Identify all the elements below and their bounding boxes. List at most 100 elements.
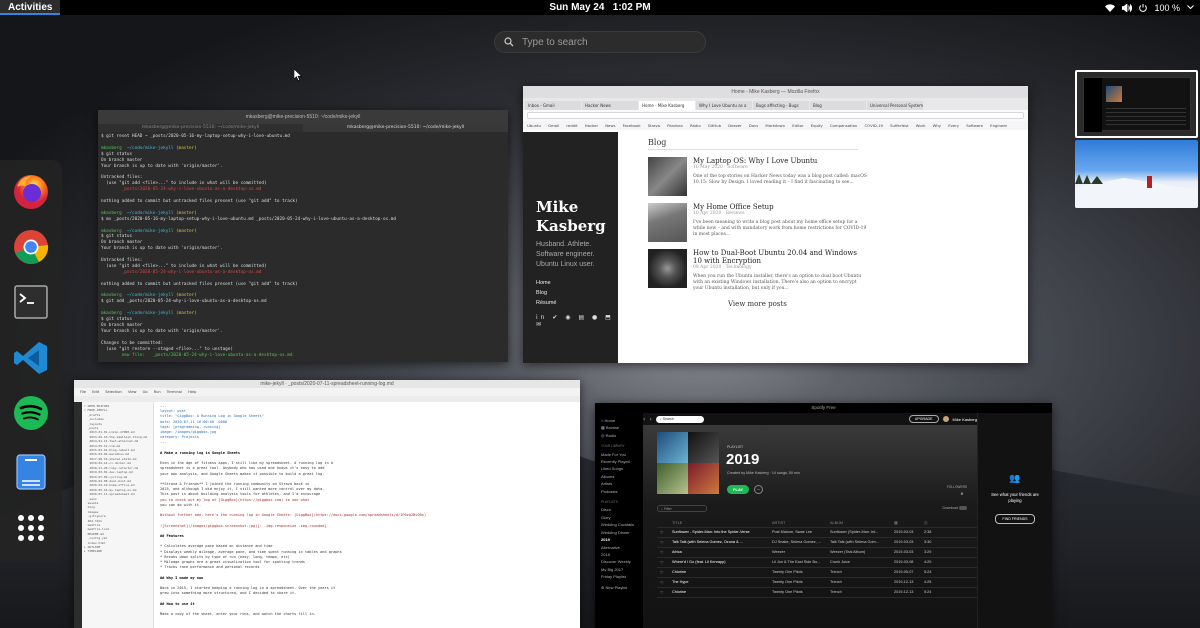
- code-area[interactable]: --- layout: post title: "GiggBox: A Runnin…: [154, 402, 580, 628]
- spotify-nav-radio[interactable]: ◎ Radio: [601, 432, 643, 439]
- editor-menubar[interactable]: File Edit Selection View Go Run Terminal…: [74, 388, 580, 396]
- firefox-window[interactable]: Home - Mike Kasberg — Mozilla Firefox In…: [523, 86, 1028, 363]
- spotify-nav-browse[interactable]: ▦ Browse: [601, 424, 643, 431]
- more-options-button[interactable]: ···: [754, 485, 763, 494]
- track-row[interactable]: ♡ Chlorine Twenty One Pilots Trench 2019-05-…: [657, 567, 997, 578]
- blog-post[interactable]: How to Dual-Boot Ubuntu 20.04 and Window…: [648, 249, 868, 292]
- track-row[interactable]: ♡ Where'd I Go (feat. Lil Kenrapp) Lil Jon…: [657, 557, 997, 568]
- file-tree-item[interactable]: ▸ TIMELINE: [84, 549, 151, 553]
- code-editor-window[interactable]: mike-jekyll · _posts/2020-07-11-spreadsh…: [74, 380, 580, 628]
- new-playlist-button[interactable]: ⊕ New Playlist: [601, 584, 643, 591]
- blog-post[interactable]: My Home Office Setup 10 Apr 2020 · Review…: [648, 203, 868, 242]
- playlist-item[interactable]: Wedding Dinner: [601, 529, 643, 536]
- blog-post[interactable]: My Laptop OS: Why I Love Ubuntu 16 May 20…: [648, 157, 868, 196]
- dock-vscode[interactable]: [11, 338, 51, 378]
- col-date[interactable]: ▦: [891, 519, 921, 528]
- forward-icon[interactable]: ›: [649, 416, 651, 423]
- playlist-item[interactable]: Alternative: [601, 544, 643, 551]
- overview-search[interactable]: [494, 31, 706, 53]
- dock-terminal[interactable]: [11, 282, 51, 322]
- heart-icon[interactable]: ♡: [657, 537, 669, 548]
- nav-home-link[interactable]: Home: [536, 278, 618, 288]
- spotify-search[interactable]: ⌕ Search: [655, 415, 704, 423]
- browser-tab[interactable]: Bugs affecting - Bugs: [753, 101, 809, 110]
- post-title[interactable]: My Laptop OS: Why I Love Ubuntu: [693, 157, 868, 165]
- download-toggle[interactable]: Download: [942, 506, 967, 511]
- post-title[interactable]: My Home Office Setup: [693, 203, 868, 211]
- terminal-output[interactable]: $ git reset HEAD ~ _posts/2020-05-16-my-…: [98, 132, 508, 362]
- library-item[interactable]: Recently Played: [601, 458, 643, 465]
- dock-show-applications[interactable]: [11, 508, 51, 548]
- browser-tab[interactable]: Blog: [810, 101, 866, 110]
- library-item[interactable]: Artists: [601, 480, 643, 487]
- view-more-posts-link[interactable]: View more posts: [728, 300, 1028, 308]
- user-name[interactable]: Mike Kasberg: [953, 417, 977, 422]
- browser-tab[interactable]: Hacker News: [582, 101, 638, 110]
- track-row[interactable]: ♡ Africa Weezer Weezer (Teal Album) 2019-03-…: [657, 547, 997, 558]
- playlist-item[interactable]: Disco: [601, 506, 643, 513]
- track-row[interactable]: ♡ Chlorine Twenty One Pilots Trench 2019-12-…: [657, 587, 997, 598]
- editor-activity-bar[interactable]: [74, 402, 82, 628]
- spotify-nav-label: Browse: [605, 425, 620, 431]
- playlist-item[interactable]: Wedding Cocktails: [601, 521, 643, 528]
- track-row[interactable]: ♡ Sunflower - Spider-Man: Into the Spider…: [657, 527, 997, 538]
- terminal-tab-1[interactable]: mkasberg@mike-precision-5510: ~/code/mik…: [98, 124, 303, 132]
- heart-icon[interactable]: ♡: [657, 527, 669, 538]
- address-bar[interactable]: [527, 112, 1024, 119]
- playlist-item[interactable]: 2019: [601, 536, 643, 543]
- social-links[interactable]: in ✔ ◉ ▤ ● ⬒ ✉: [536, 314, 618, 328]
- back-icon[interactable]: ‹: [643, 416, 645, 423]
- playlist-item[interactable]: My Big 2017: [601, 566, 643, 573]
- terminal-window[interactable]: mkasberg@mike-precision-5510: ~/code/mik…: [98, 110, 508, 362]
- library-item[interactable]: Liked Songs: [601, 465, 643, 472]
- workspace-thumbnail-2[interactable]: [1075, 140, 1198, 208]
- terminal-tab-2[interactable]: mkasberg@mike-precision-5510: ~/code/mik…: [303, 124, 508, 132]
- col-title[interactable]: TITLE: [669, 519, 769, 528]
- library-item[interactable]: Podcasts: [601, 488, 643, 495]
- browse-icon: ▦: [601, 425, 605, 431]
- spotify-nav-label: Radio: [605, 432, 617, 438]
- find-friends-button[interactable]: FIND FRIENDS: [995, 514, 1035, 524]
- dock-text-editor[interactable]: [11, 452, 51, 492]
- play-button[interactable]: PLAY: [727, 485, 749, 494]
- browser-tab[interactable]: Inbox - Gmail: [525, 101, 581, 110]
- search-input[interactable]: [522, 36, 692, 48]
- browser-tab[interactable]: Why I Love Ubuntu as a: [696, 101, 752, 110]
- heart-icon[interactable]: ♡: [657, 587, 669, 598]
- browser-tab[interactable]: Universal Personal System: [867, 101, 923, 110]
- dock-firefox[interactable]: [11, 172, 51, 212]
- activities-button[interactable]: Activities: [0, 0, 61, 15]
- heart-icon[interactable]: ♡: [657, 567, 669, 578]
- track-row[interactable]: ♡ The Hype Twenty One Pilots Trench 2019-12-…: [657, 577, 997, 588]
- nav-blog-link[interactable]: Blog: [536, 288, 618, 298]
- spotify-nav-home[interactable]: ⌂ Home: [601, 417, 643, 424]
- playlist-item[interactable]: Glory: [601, 514, 643, 521]
- col-album[interactable]: ALBUM: [827, 519, 891, 528]
- dock-chromium[interactable]: [11, 227, 51, 267]
- spotify-window[interactable]: Spotify Free ⌂ Home ▦ Browse ◎ Radio YOU…: [595, 403, 1052, 628]
- heart-icon[interactable]: ♡: [657, 547, 669, 558]
- playlist-item[interactable]: 2018: [601, 551, 643, 558]
- library-item[interactable]: Albums: [601, 473, 643, 480]
- browser-tab-active[interactable]: Home - Mike Kasberg: [639, 101, 695, 110]
- heart-icon[interactable]: ♡: [657, 557, 669, 568]
- post-title[interactable]: How to Dual-Boot Ubuntu 20.04 and Window…: [693, 249, 868, 265]
- workspace-thumbnail-1[interactable]: [1075, 70, 1198, 138]
- clock[interactable]: Sun May 24 1:02 PM: [0, 0, 1200, 15]
- system-tray[interactable]: 100 %: [1105, 0, 1194, 15]
- avatar[interactable]: [942, 416, 949, 422]
- heart-icon[interactable]: ♡: [657, 577, 669, 588]
- track-row[interactable]: ♡ Talk Talk (with Selena Gomez, Ozuna & .…: [657, 537, 997, 548]
- bookmarks-toolbar[interactable]: Ubuntu Gmail reddit Hacker News Facebook…: [523, 121, 1028, 130]
- code-line: Make a copy of the sheet, enter your run…: [160, 612, 316, 617]
- post-excerpt: When you run the Ubuntu installer, there…: [693, 274, 862, 291]
- nav-resume-link[interactable]: Résumé: [536, 298, 618, 308]
- playlist-item[interactable]: Friday Playlist: [601, 573, 643, 580]
- file-explorer[interactable]: ▾ OPEN EDITORS ▾ MIKE-JEKYLL _drafts _inc…: [82, 402, 154, 628]
- col-artist[interactable]: ARTIST: [769, 519, 827, 528]
- upgrade-button[interactable]: UPGRADE: [908, 415, 939, 423]
- dock-spotify[interactable]: [11, 393, 51, 433]
- playlist-item[interactable]: Discover Weekly: [601, 558, 643, 565]
- filter-input[interactable]: ⌕ Filter: [657, 505, 707, 512]
- library-item[interactable]: Made For You: [601, 451, 643, 458]
